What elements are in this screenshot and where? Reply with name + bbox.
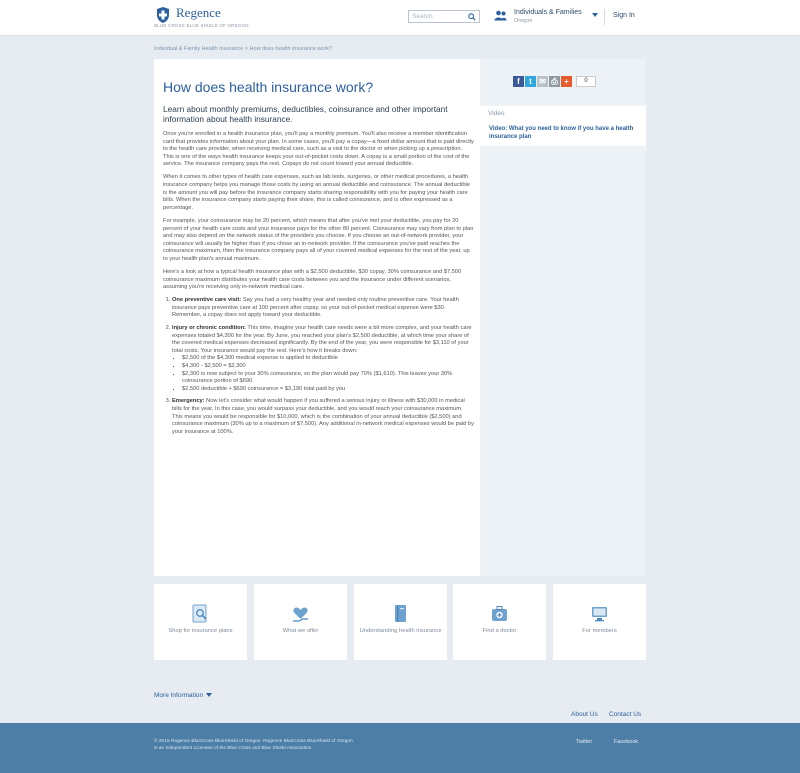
tile-label: Understanding health insurance — [359, 628, 442, 634]
scenario-item: Emergency: Now let's consider what would… — [172, 398, 474, 436]
breadcrumb[interactable]: Individual & Family Health Insurance > H… — [154, 46, 332, 52]
scenario-title: Emergency: — [172, 398, 205, 405]
tile-label: For members — [582, 628, 617, 634]
scenario-title: One preventive care visit: — [172, 297, 242, 304]
tile-understanding-insurance[interactable]: Understanding health insurance — [354, 584, 447, 660]
search-icon[interactable] — [468, 13, 476, 21]
article-body: Once you're enrolled in a health insuran… — [163, 131, 474, 441]
print-icon[interactable]: ⎙ — [549, 76, 560, 87]
tile-label: Find a doctor — [482, 628, 517, 634]
chevron-down-icon[interactable] — [592, 13, 598, 17]
tile-find-doctor[interactable]: Find a doctor — [453, 584, 546, 660]
tile-what-we-offer[interactable]: What we offer — [254, 584, 347, 660]
tile-for-members[interactable]: For members — [553, 584, 646, 660]
search-document-icon — [192, 604, 207, 623]
sign-in-link[interactable]: Sign In — [613, 12, 635, 19]
more-information-toggle[interactable]: More Information — [154, 692, 213, 699]
brand-name: Regence — [176, 5, 221, 20]
heart-hand-icon — [293, 607, 308, 622]
share-count: 0 — [576, 76, 596, 87]
license-text: is an Independent Licensee of the Blue C… — [154, 746, 313, 751]
scenario-title: Injury or chronic condition: — [172, 325, 246, 332]
scenario-item: One preventive care visit: Say you had a… — [172, 297, 474, 320]
footer-facebook-link[interactable]: Facebook — [614, 739, 638, 745]
people-icon — [494, 10, 507, 21]
header-divider — [604, 9, 605, 25]
brand-logo[interactable]: Regence — [154, 6, 221, 24]
about-us-link[interactable]: About Us — [571, 711, 598, 718]
article-card: How does health insurance work? Learn ab… — [154, 59, 480, 576]
paragraph-deductible: When it comes to other types of health c… — [163, 174, 470, 211]
copyright-text: © 2015 Regence BlueCross BlueShield of O… — [154, 739, 353, 744]
sidebar: f t ✉ ⎙ + 0 Video Video: What you need t… — [480, 59, 646, 576]
scenario-text: Now let's consider what would happen if … — [172, 398, 474, 435]
scenario-item: Injury or chronic condition: This time, … — [172, 325, 474, 393]
market-selector[interactable]: Individuals & Families — [514, 9, 582, 16]
breakdown-item: $4,300 - $2,500 = $2,300 — [182, 363, 474, 371]
breakdown-item: $2,500 deductible + $690 coinsurance = $… — [182, 386, 474, 394]
email-icon[interactable]: ✉ — [537, 76, 548, 87]
tile-label: What we offer — [282, 628, 319, 634]
search-input[interactable]: Search — [412, 13, 433, 20]
facebook-icon[interactable]: f — [513, 76, 524, 87]
contact-us-link[interactable]: Contact Us — [609, 711, 641, 718]
share-bar: f t ✉ ⎙ + 0 — [513, 76, 596, 87]
search-box[interactable]: Search — [408, 10, 480, 23]
breakdown-item: $2,300 is now subject to your 30% coinsu… — [182, 371, 474, 386]
site-header: Regence BLUE CROSS BLUE SHIELD OF OREGON… — [0, 0, 800, 36]
more-information-label: More Information — [154, 692, 204, 699]
paragraph-premium: Once you're enrolled in a health insuran… — [163, 131, 474, 168]
brand-subtitle: BLUE CROSS BLUE SHIELD OF OREGON — [154, 23, 249, 28]
tile-shop-plans[interactable]: Shop for insurance plans — [154, 584, 247, 660]
cross-shield-logo-icon — [157, 7, 169, 23]
video-heading: Video — [488, 110, 505, 117]
breakdown-item: $2,500 of the $4,300 medical expense is … — [182, 355, 474, 363]
paragraph-coinsurance: For example, your coinsurance may be 20 … — [163, 217, 474, 262]
medical-kit-icon — [492, 606, 507, 621]
article-intro: Learn about monthly premiums, deductible… — [163, 104, 448, 124]
book-icon — [395, 605, 406, 622]
tile-label: Shop for insurance plans — [168, 628, 233, 634]
plus-share-icon[interactable]: + — [561, 76, 572, 87]
scenario-list: One preventive care visit: Say you had a… — [163, 297, 474, 436]
paragraph-example: Here's a look at how a typical health in… — [163, 269, 462, 291]
site-footer: © 2015 Regence BlueCross BlueShield of O… — [0, 723, 800, 773]
twitter-icon[interactable]: t — [525, 76, 536, 87]
video-link[interactable]: Video: What you need to know if you have… — [489, 125, 639, 141]
computer-icon — [592, 607, 607, 622]
breakdown-list: $2,500 of the $4,300 medical expense is … — [172, 355, 474, 393]
market-state: Oregon — [514, 18, 533, 24]
chevron-down-icon — [206, 693, 213, 698]
footer-twitter-link[interactable]: Twitter — [576, 739, 592, 745]
page-title: How does health insurance work? — [163, 79, 374, 95]
